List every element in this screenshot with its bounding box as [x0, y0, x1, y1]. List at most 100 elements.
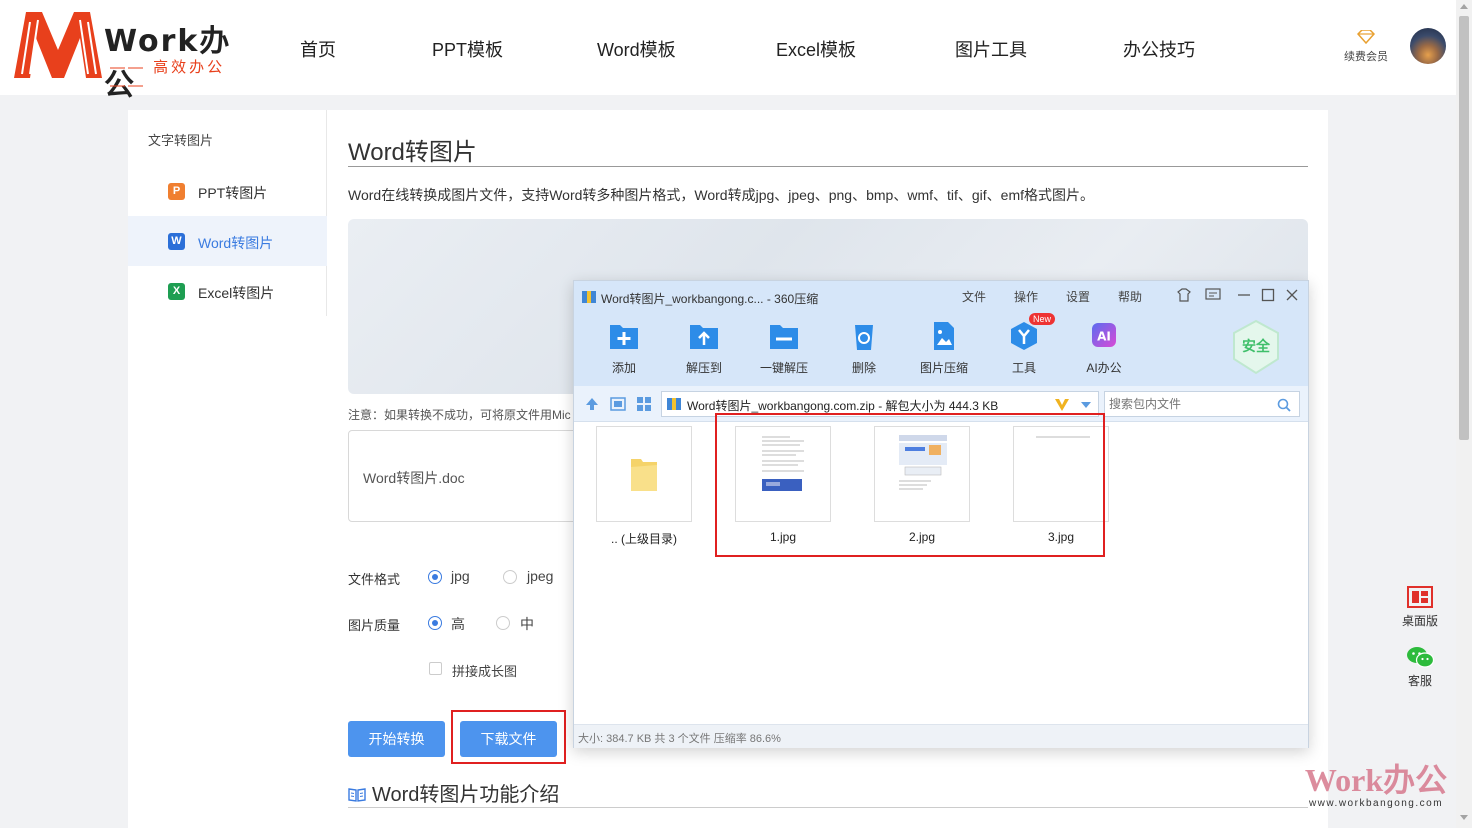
ai-office-icon: AI [1092, 323, 1116, 347]
nav-image-tools[interactable]: 图片工具 [955, 36, 1027, 62]
sidebar: 文字转图片 P PPT转图片 W Word转图片 X Excel转图片 [128, 110, 327, 316]
tool-label: 解压到 [685, 361, 722, 375]
scroll-thumb[interactable] [1459, 16, 1469, 440]
sidebar-title: 文字转图片 [148, 133, 214, 148]
grid-view-icon[interactable] [636, 396, 652, 412]
format-radio-jpg[interactable] [428, 570, 442, 584]
vip-v-icon[interactable] [1054, 398, 1070, 412]
format-radio-jpeg[interactable] [503, 570, 517, 584]
format-label: 文件格式 [348, 572, 401, 587]
desktop-version-button[interactable]: 桌面版 [1396, 586, 1444, 629]
archive-toolbar-area: Word转图片_workbangong.c... - 360压缩 文件 操作 设… [574, 281, 1308, 386]
archive-search-input[interactable] [1109, 395, 1269, 413]
start-convert-button[interactable]: 开始转换 [348, 721, 445, 757]
uploaded-file-name: Word转图片.doc [363, 470, 465, 486]
sidebar-item-ppt[interactable]: P PPT转图片 [128, 166, 327, 216]
archive-menu-operation[interactable]: 操作 [1014, 288, 1038, 305]
archive-menu-settings[interactable]: 设置 [1066, 288, 1090, 305]
sidebar-item-label: Excel转图片 [198, 285, 275, 301]
format-option-label: jpg [451, 568, 470, 584]
user-avatar[interactable] [1410, 28, 1446, 64]
quality-option-label: 中 [520, 616, 534, 632]
skin-icon[interactable] [1176, 287, 1192, 303]
sidebar-item-label: PPT转图片 [198, 185, 268, 201]
archive-status-text: 大小: 384.7 KB 共 3 个文件 压缩率 86.6% [578, 733, 781, 745]
download-highlight-box [451, 710, 566, 764]
up-arrow-icon[interactable] [584, 396, 600, 412]
vip-renew-button[interactable]: 续费会员 [1338, 30, 1394, 64]
zip-file-icon [667, 398, 681, 410]
archive-window-title: Word转图片_workbangong.c... - 360压缩 [601, 292, 819, 306]
diamond-icon [1357, 30, 1375, 44]
sidebar-item-excel[interactable]: X Excel转图片 [128, 266, 327, 316]
sidebar-item-word[interactable]: W Word转图片 [128, 216, 327, 266]
tool-ai-office[interactable]: AI AI办公 [1072, 321, 1136, 376]
word-icon: W [168, 233, 185, 250]
new-badge: New [1029, 313, 1056, 325]
page-title: Word转图片 [348, 139, 477, 166]
archive-menu-help[interactable]: 帮助 [1118, 288, 1142, 305]
file-item-label: .. (上级目录) [611, 532, 677, 546]
tool-label: 添加 [611, 361, 636, 375]
quality-radio-medium[interactable] [496, 616, 510, 630]
merge-long-image-label: 拼接成长图 [452, 664, 518, 679]
close-icon[interactable] [1285, 287, 1299, 303]
excel-icon: X [168, 283, 185, 300]
maximize-icon[interactable] [1261, 287, 1275, 303]
page-description: Word在线转换成图片文件，支持Word转多种图片格式，Word转成jpg、jp… [348, 187, 1095, 203]
recycle-bin-icon [855, 325, 873, 350]
site-header: Work办公 —— 高效办公 —— 首页 PPT模板 Word模板 Excel模… [0, 0, 1456, 103]
vip-label: 续费会员 [1344, 51, 1388, 63]
tool-extract-to[interactable]: 解压到 [672, 321, 736, 376]
tool-add[interactable]: 添加 [592, 321, 656, 376]
feedback-icon[interactable] [1205, 287, 1221, 303]
minimize-icon[interactable] [1237, 287, 1251, 303]
site-logo[interactable]: Work办公 —— 高效办公 —— [12, 8, 257, 103]
sidebar-item-label: Word转图片 [198, 235, 274, 251]
merge-long-image-checkbox[interactable] [429, 662, 442, 675]
folder-icon [631, 459, 657, 491]
scroll-up-arrow-icon[interactable] [1460, 4, 1468, 9]
nav-word-templates[interactable]: Word模板 [597, 36, 676, 62]
tool-label: 图片压缩 [919, 361, 968, 375]
section-title-text: Word转图片功能介绍 [372, 784, 560, 806]
watermark-url: www.workbangong.com [1308, 798, 1444, 809]
tool-label: 删除 [851, 361, 876, 375]
title-divider [348, 166, 1308, 167]
archive-window: Word转图片_workbangong.c... - 360压缩 文件 操作 设… [573, 280, 1309, 748]
tool-delete[interactable]: 删除 [832, 321, 896, 376]
quality-label: 图片质量 [348, 618, 401, 633]
page-scrollbar[interactable] [1456, 0, 1472, 828]
watermark: Work办公 www.workbangong.com [1296, 762, 1456, 809]
logo-m-icon [14, 12, 102, 78]
tool-label: AI办公 [1086, 361, 1122, 375]
desktop-icon [1407, 586, 1433, 608]
archive-search-box [1104, 391, 1300, 417]
nav-home[interactable]: 首页 [300, 36, 336, 62]
tool-one-click-extract[interactable]: 一键解压 [752, 321, 816, 376]
uploaded-file-card: Word转图片.doc [348, 430, 588, 522]
nav-office-tips[interactable]: 办公技巧 [1123, 36, 1195, 62]
folder-thumbnail [596, 426, 692, 522]
watermark-brand: Work办公 [1304, 762, 1448, 798]
nav-excel-templates[interactable]: Excel模板 [776, 36, 856, 62]
tool-tools[interactable]: New 工具 [992, 313, 1056, 376]
nav-ppt-templates[interactable]: PPT模板 [432, 36, 503, 62]
scroll-down-arrow-icon[interactable] [1460, 815, 1468, 820]
tool-label: 工具 [1011, 361, 1036, 375]
dropdown-arrow-icon[interactable] [1080, 401, 1092, 409]
security-shield[interactable]: 安全 [1230, 319, 1282, 375]
extract-folder-icon [690, 325, 718, 349]
search-icon[interactable] [1277, 398, 1291, 412]
add-folder-icon [610, 325, 638, 349]
tool-image-compress[interactable]: 图片压缩 [912, 321, 976, 376]
logo-tagline: —— 高效办公 —— [110, 59, 226, 94]
quality-option-label: 高 [451, 616, 465, 632]
quality-radio-high[interactable] [428, 616, 442, 630]
files-highlight-box [715, 413, 1105, 557]
conversion-note: 注意：如果转换不成功，可将原文件用Mic [348, 408, 571, 422]
list-view-icon[interactable] [610, 396, 626, 412]
book-icon [348, 788, 366, 802]
archive-menu-file[interactable]: 文件 [962, 288, 986, 305]
customer-service-button[interactable]: 客服 [1396, 646, 1444, 689]
